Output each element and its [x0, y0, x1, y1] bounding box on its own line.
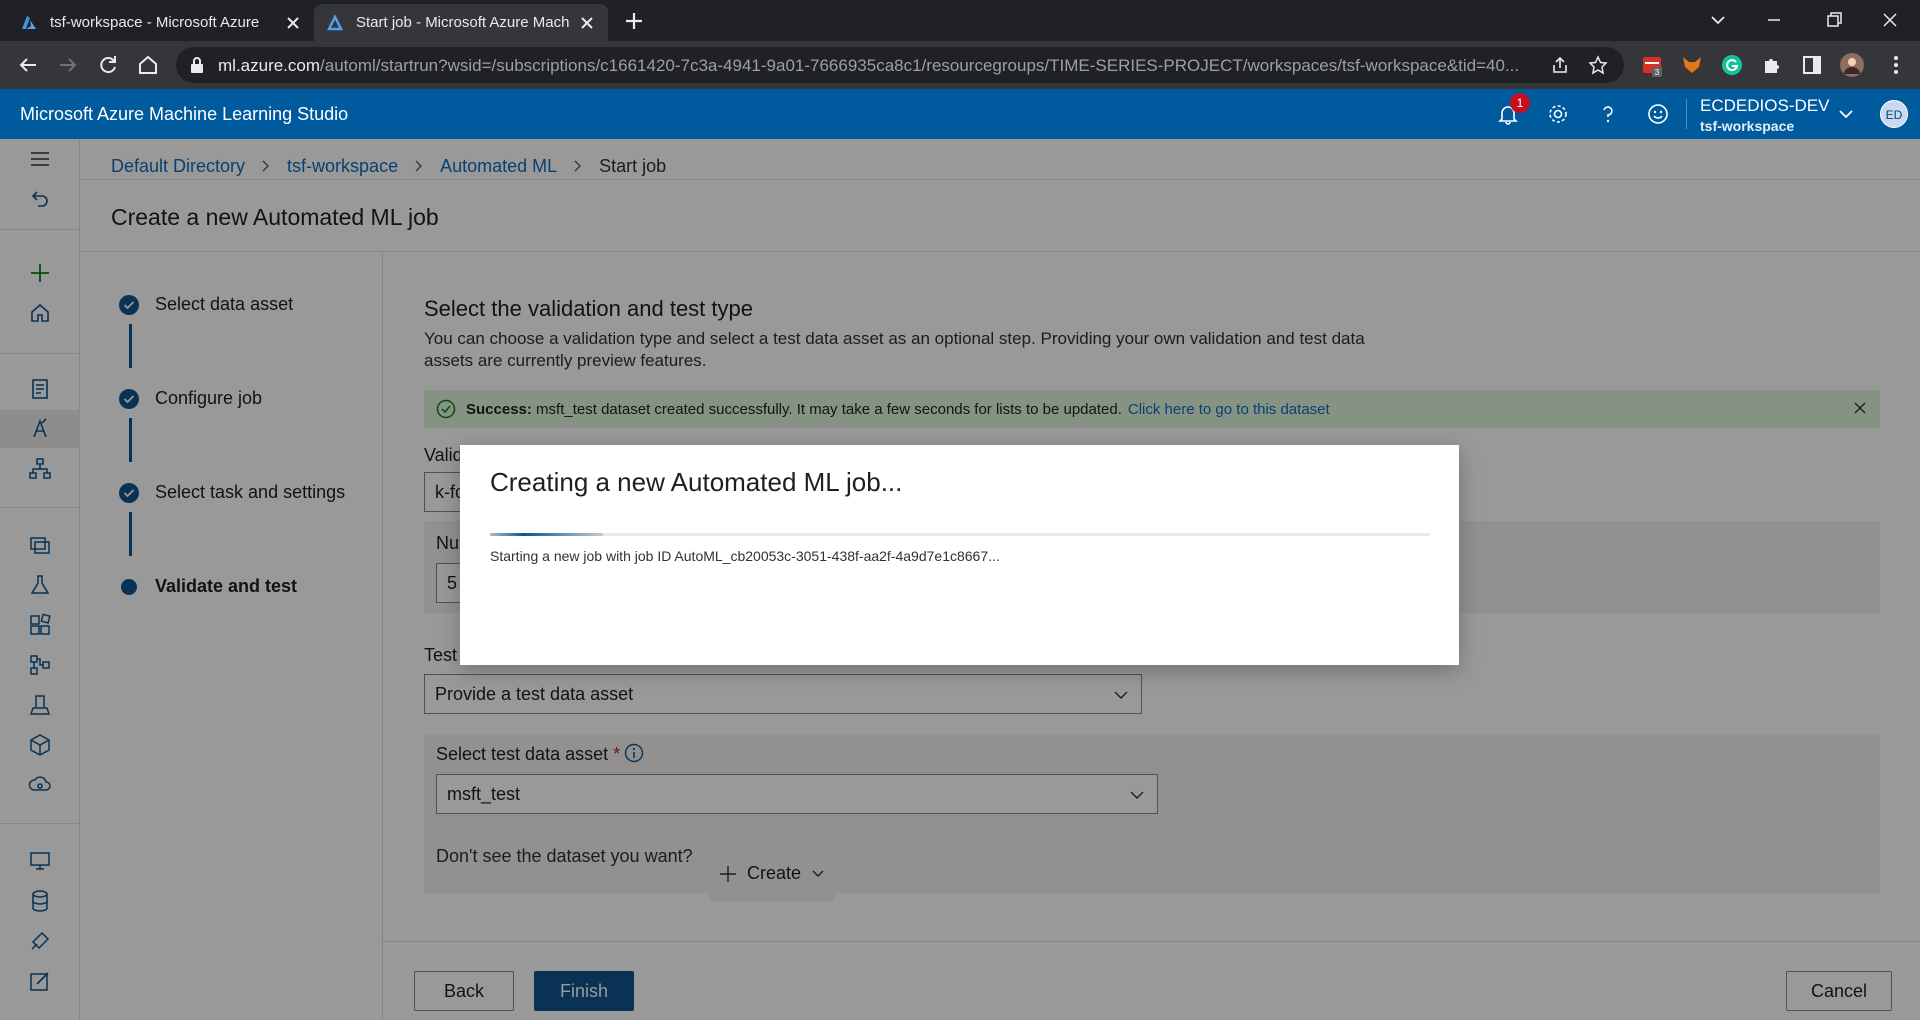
account-name: ECDEDIOS-DEV	[1700, 96, 1830, 115]
back-arrow-icon[interactable]	[16, 53, 40, 77]
close-icon[interactable]	[284, 14, 302, 32]
minimize-icon[interactable]	[1762, 8, 1786, 32]
share-icon[interactable]	[1550, 55, 1570, 75]
home-icon[interactable]	[136, 53, 160, 77]
workspace-name: tsf-workspace	[1700, 118, 1795, 134]
feedback-smiley-icon[interactable]	[1646, 102, 1670, 126]
side-panel-icon[interactable]	[1800, 53, 1824, 77]
calendar-extension-icon[interactable]: 3	[1640, 53, 1664, 77]
azure-ml-icon	[326, 13, 344, 30]
app-title[interactable]: Microsoft Azure Machine Learning Studio	[20, 104, 348, 125]
svg-text:3: 3	[1655, 68, 1660, 77]
restore-icon[interactable]	[1822, 8, 1846, 32]
notification-badge: 1	[1510, 93, 1530, 113]
close-window-icon[interactable]	[1878, 8, 1902, 32]
tab-search-icon[interactable]	[1706, 8, 1730, 32]
progress-bar	[490, 533, 1430, 536]
extensions-puzzle-icon[interactable]	[1760, 53, 1784, 77]
lock-icon	[191, 57, 203, 73]
browser-tab-bar: tsf-workspace - Microsoft Azure Start jo…	[0, 0, 1920, 41]
settings-gear-icon[interactable]	[1546, 102, 1570, 126]
address-bar[interactable]: ml.azure.com/automl/startrun?wsid=/subsc…	[176, 47, 1624, 83]
browser-tab-active[interactable]: Start job - Microsoft Azure Machine Lear…	[314, 4, 608, 41]
help-question-icon[interactable]	[1596, 102, 1620, 126]
dialog-status-text: Starting a new job with job ID AutoML_cb…	[490, 548, 1000, 564]
progress-indicator	[490, 533, 603, 536]
close-icon[interactable]	[578, 14, 596, 32]
url-text: ml.azure.com/automl/startrun?wsid=/subsc…	[218, 56, 1518, 75]
app-header: Microsoft Azure Machine Learning Studio …	[0, 89, 1920, 139]
profile-avatar-icon[interactable]	[1840, 53, 1864, 77]
more-menu-icon[interactable]	[1884, 53, 1908, 77]
chevron-down-icon[interactable]	[1834, 102, 1858, 126]
creating-job-dialog: Creating a new Automated ML job... Start…	[460, 445, 1459, 665]
fox-extension-icon[interactable]	[1680, 53, 1704, 77]
tab-title: tsf-workspace - Microsoft Azure	[50, 14, 260, 31]
azure-icon	[22, 15, 36, 29]
browser-toolbar: ml.azure.com/automl/startrun?wsid=/subsc…	[0, 41, 1920, 89]
account-switcher[interactable]: ECDEDIOS-DEV tsf-workspace	[1700, 96, 1829, 134]
avatar[interactable]: ED	[1880, 100, 1908, 128]
bookmark-star-icon[interactable]	[1588, 55, 1608, 75]
grammarly-icon[interactable]	[1720, 53, 1744, 77]
forward-arrow-icon[interactable]	[56, 53, 80, 77]
dialog-title: Creating a new Automated ML job...	[490, 467, 903, 497]
browser-tab[interactable]: tsf-workspace - Microsoft Azure	[8, 4, 314, 41]
new-tab-icon[interactable]	[622, 9, 646, 33]
reload-icon[interactable]	[96, 53, 120, 77]
tab-title: Start job - Microsoft Azure Machine Lear…	[356, 14, 570, 31]
header-divider	[1686, 99, 1687, 129]
